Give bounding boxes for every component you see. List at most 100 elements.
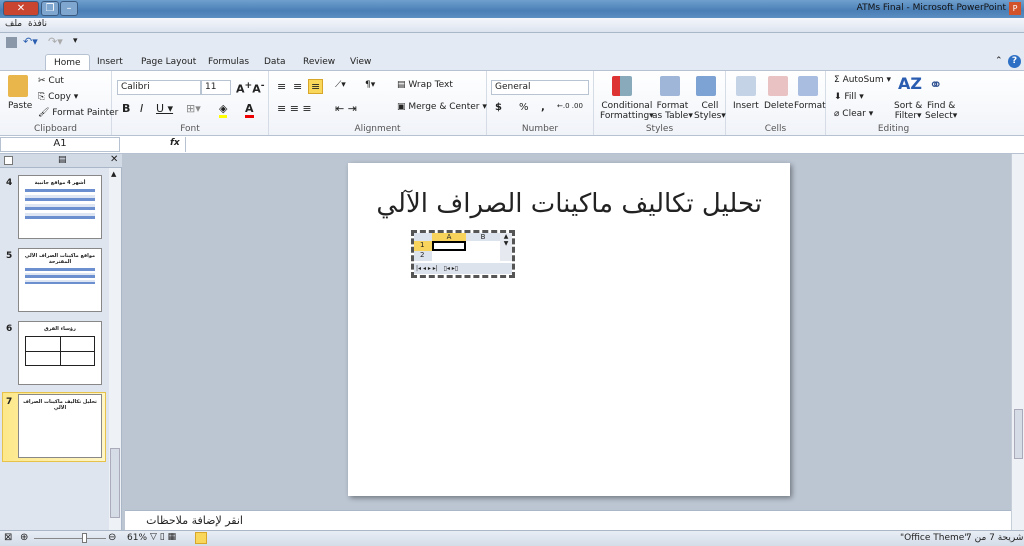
paste-icon[interactable]: [8, 75, 28, 97]
autosum-button[interactable]: Σ AutoSum ▾: [834, 75, 891, 85]
menu-file[interactable]: ملف: [5, 19, 22, 29]
fill-color-button[interactable]: ◈: [219, 102, 228, 118]
cut-button[interactable]: ✂ Cut: [38, 76, 64, 86]
tab-review[interactable]: Review: [295, 54, 343, 70]
copy-button[interactable]: ⎘ Copy ▾: [38, 92, 78, 102]
status-bar: ⊠ ⊕ ⊖ 61% ▽ ▯ ▦ "Office Theme" شريحة 7 م…: [0, 530, 1024, 546]
slides-scrollbar[interactable]: ▲: [109, 168, 121, 530]
cell-a1[interactable]: [432, 241, 466, 251]
merge-center-button[interactable]: ▣ Merge & Center ▾: [397, 102, 487, 112]
grow-font-icon[interactable]: A+A-: [236, 80, 265, 96]
tab-insert[interactable]: Insert: [89, 54, 131, 70]
comma-button[interactable]: ,: [541, 102, 545, 113]
orientation-icon[interactable]: ⟋▾: [335, 80, 346, 90]
format-button[interactable]: Format: [794, 101, 826, 111]
align-top-icon[interactable]: ≡: [277, 80, 286, 93]
slides-tab-icon[interactable]: ▤: [58, 155, 67, 165]
delete-button[interactable]: Delete: [764, 101, 794, 111]
outline-tab-icon[interactable]: [4, 156, 13, 165]
slide-thumbnail-5[interactable]: مواقع ماكينات الصراف الآلي المقترحة: [18, 248, 102, 312]
ribbon: Paste ✂ Cut ⎘ Copy ▾ 🖌 Format Painter Cl…: [0, 70, 1024, 136]
align-bottom-icon[interactable]: ≡: [308, 79, 324, 94]
sheet-tab-navigation[interactable]: |◂ ◂ ▸ ▸| ▯◂ ▸▯: [414, 263, 512, 274]
align-left-icon[interactable]: ≡ ≡ ≡: [277, 102, 312, 115]
tab-view[interactable]: View: [342, 54, 379, 70]
text-direction-icon[interactable]: ¶▾: [365, 80, 375, 90]
slide-thumbnail-7[interactable]: تحليل تكاليف ماكينات الصراف الآلي: [18, 394, 102, 458]
paste-button[interactable]: Paste: [8, 101, 32, 111]
cf-line1: Conditional: [601, 101, 653, 111]
fit-to-window-icon[interactable]: ⊠: [4, 532, 12, 543]
clear-label: Clear: [842, 109, 866, 119]
underline-button[interactable]: U ▾: [156, 102, 173, 115]
slide-title[interactable]: تحليل تكاليف ماكينات الصراف الآلي: [376, 189, 762, 219]
slide-canvas[interactable]: تحليل تكاليف ماكينات الصراف الآلي A B 1 …: [348, 163, 790, 496]
borders-button[interactable]: ⊞▾: [186, 102, 201, 115]
font-size-select[interactable]: 11: [201, 80, 231, 95]
redo-icon[interactable]: ↷▾: [48, 35, 63, 48]
italic-button[interactable]: I: [140, 102, 143, 115]
align-middle-icon[interactable]: ≡: [293, 80, 302, 93]
formula-input[interactable]: [185, 137, 1011, 152]
insert-button[interactable]: Insert: [733, 101, 759, 111]
save-icon[interactable]: [6, 37, 17, 48]
conditional-formatting-button[interactable]: Conditional Formatting▾: [600, 101, 654, 121]
cell-styles-button[interactable]: Cell Styles▾: [694, 101, 726, 121]
view-buttons-icon[interactable]: ▽ ▯ ▦: [150, 532, 176, 542]
zoom-slider[interactable]: [34, 538, 106, 539]
sheet-vscroll[interactable]: ▲ ▼: [500, 233, 512, 261]
undo-icon[interactable]: ↶▾: [23, 35, 38, 48]
bold-button[interactable]: B: [122, 102, 130, 115]
scroll-thumb[interactable]: [110, 448, 120, 518]
decimal-icon[interactable]: ←.0 .00: [557, 102, 583, 110]
indent-icon[interactable]: ⇤ ⇥: [335, 102, 357, 115]
column-header-b[interactable]: B: [466, 233, 500, 241]
find-select-button[interactable]: Find & Select▾: [925, 101, 957, 121]
wrap-text-button[interactable]: ▤ Wrap Text: [397, 80, 453, 90]
zoom-out-icon[interactable]: ⊖: [108, 532, 116, 543]
restore-button[interactable]: ❐: [41, 1, 59, 16]
embedded-worksheet[interactable]: A B 1 2 ▲ ▼ |◂ ◂ ▸ ▸| ▯◂ ▸▯: [411, 230, 515, 278]
close-button[interactable]: ✕: [3, 1, 39, 16]
main-scrollbar[interactable]: [1011, 154, 1024, 530]
row-header-2[interactable]: 2: [414, 251, 432, 261]
column-header-a[interactable]: A: [432, 233, 466, 241]
notes-pane[interactable]: انقر لإضافة ملاحظات: [125, 510, 1011, 530]
cell-styles-icon: [696, 76, 716, 96]
help-icon[interactable]: ?: [1008, 55, 1021, 68]
slide-thumbnail-4[interactable]: أشهر 4 مواقع جانبية: [18, 175, 102, 239]
zoom-level[interactable]: 61%: [127, 533, 147, 543]
tab-formulas[interactable]: Formulas: [200, 54, 257, 70]
format-painter-button[interactable]: 🖌 Format Painter: [38, 108, 118, 118]
menu-window[interactable]: نافذة: [28, 19, 47, 29]
tab-home[interactable]: Home: [45, 54, 90, 70]
select-all-corner[interactable]: [414, 233, 432, 241]
row-header-1[interactable]: 1: [414, 241, 432, 251]
clear-button[interactable]: ⌀ Clear ▾: [834, 109, 873, 119]
tab-data[interactable]: Data: [256, 54, 294, 70]
zoom-slider-thumb[interactable]: [82, 533, 87, 543]
scroll-thumb[interactable]: [1014, 409, 1023, 459]
normal-view-icon[interactable]: [195, 532, 207, 544]
fill-button[interactable]: ⬇ Fill ▾: [834, 92, 864, 102]
slide-thumbnail-6[interactable]: رؤساء الفرق: [18, 321, 102, 385]
font-color-button[interactable]: A: [245, 102, 254, 118]
close-panel-icon[interactable]: ✕: [110, 154, 118, 165]
format-as-table-button[interactable]: Format as Table▾: [652, 101, 693, 121]
insert-function-button[interactable]: fx: [170, 138, 180, 148]
scroll-up-icon[interactable]: ▲: [111, 170, 116, 178]
tab-page-layout[interactable]: Page Layout: [133, 54, 204, 70]
percent-button[interactable]: %: [519, 102, 529, 113]
customize-qat-icon[interactable]: ▾: [73, 36, 78, 46]
number-format-select[interactable]: General: [491, 80, 589, 95]
notes-placeholder[interactable]: انقر لإضافة ملاحظات: [146, 514, 243, 527]
minimize-button[interactable]: –: [60, 1, 78, 16]
format-painter-label: Format Painter: [52, 108, 119, 118]
find-binoculars-icon: ⚭: [929, 75, 943, 94]
sort-filter-button[interactable]: Sort & Filter▾: [894, 101, 922, 121]
minimize-ribbon-icon[interactable]: ⌃: [995, 56, 1003, 66]
zoom-in-icon[interactable]: ⊕: [20, 532, 28, 543]
currency-button[interactable]: $: [495, 102, 502, 113]
font-name-select[interactable]: Calibri: [117, 80, 201, 95]
name-box[interactable]: A1: [0, 137, 120, 152]
